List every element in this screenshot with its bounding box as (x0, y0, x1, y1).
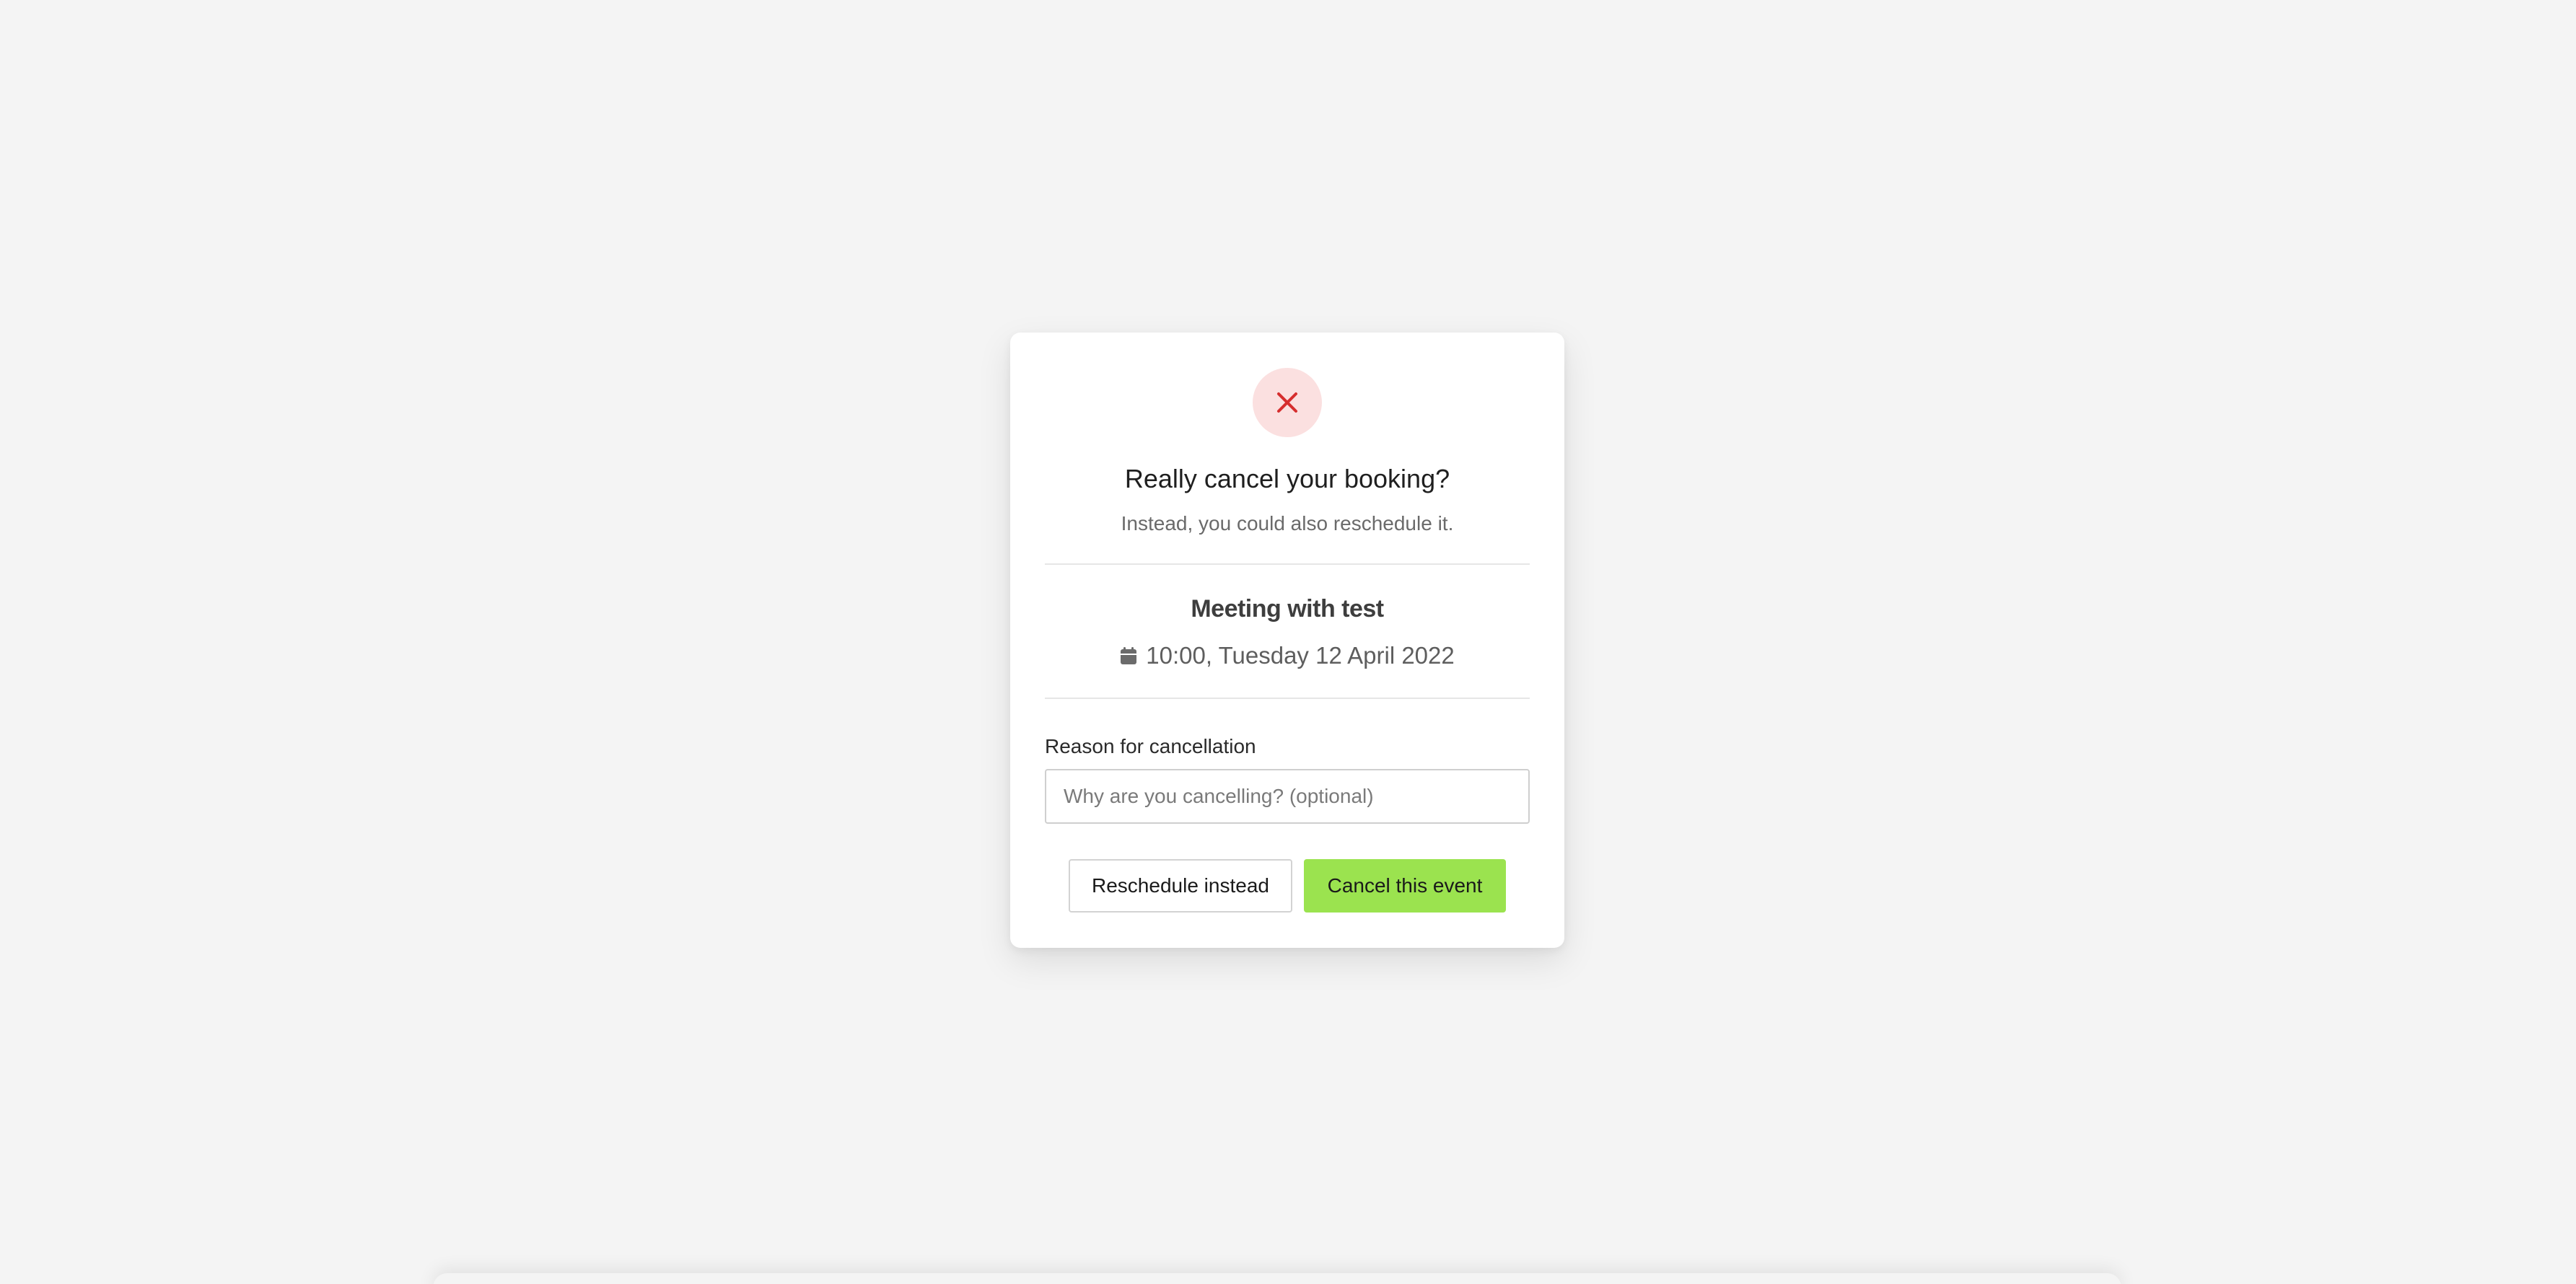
close-icon (1277, 392, 1297, 413)
cancel-event-button[interactable]: Cancel this event (1304, 859, 1506, 913)
event-datetime-text: 10:00, Tuesday 12 April 2022 (1146, 642, 1455, 669)
page: Really cancel your booking? Instead, you… (0, 0, 2576, 1284)
event-datetime: 10:00, Tuesday 12 April 2022 (1010, 641, 1564, 670)
event-title: Meeting with test (1191, 595, 1384, 623)
dialog-subtitle: Instead, you could also reschedule it. (1121, 512, 1454, 535)
cancel-status-badge (1253, 368, 1322, 437)
divider-top (1045, 563, 1530, 565)
background-panel-edge (433, 1273, 2121, 1284)
cancel-booking-dialog: Really cancel your booking? Instead, you… (1010, 333, 1564, 948)
reason-label: Reason for cancellation (1045, 735, 1256, 757)
calendar-icon (1120, 646, 1137, 665)
divider-bottom (1045, 698, 1530, 699)
dialog-title: Really cancel your booking? (1124, 464, 1450, 493)
reschedule-button[interactable]: Reschedule instead (1069, 859, 1292, 913)
reason-input[interactable] (1045, 769, 1530, 824)
